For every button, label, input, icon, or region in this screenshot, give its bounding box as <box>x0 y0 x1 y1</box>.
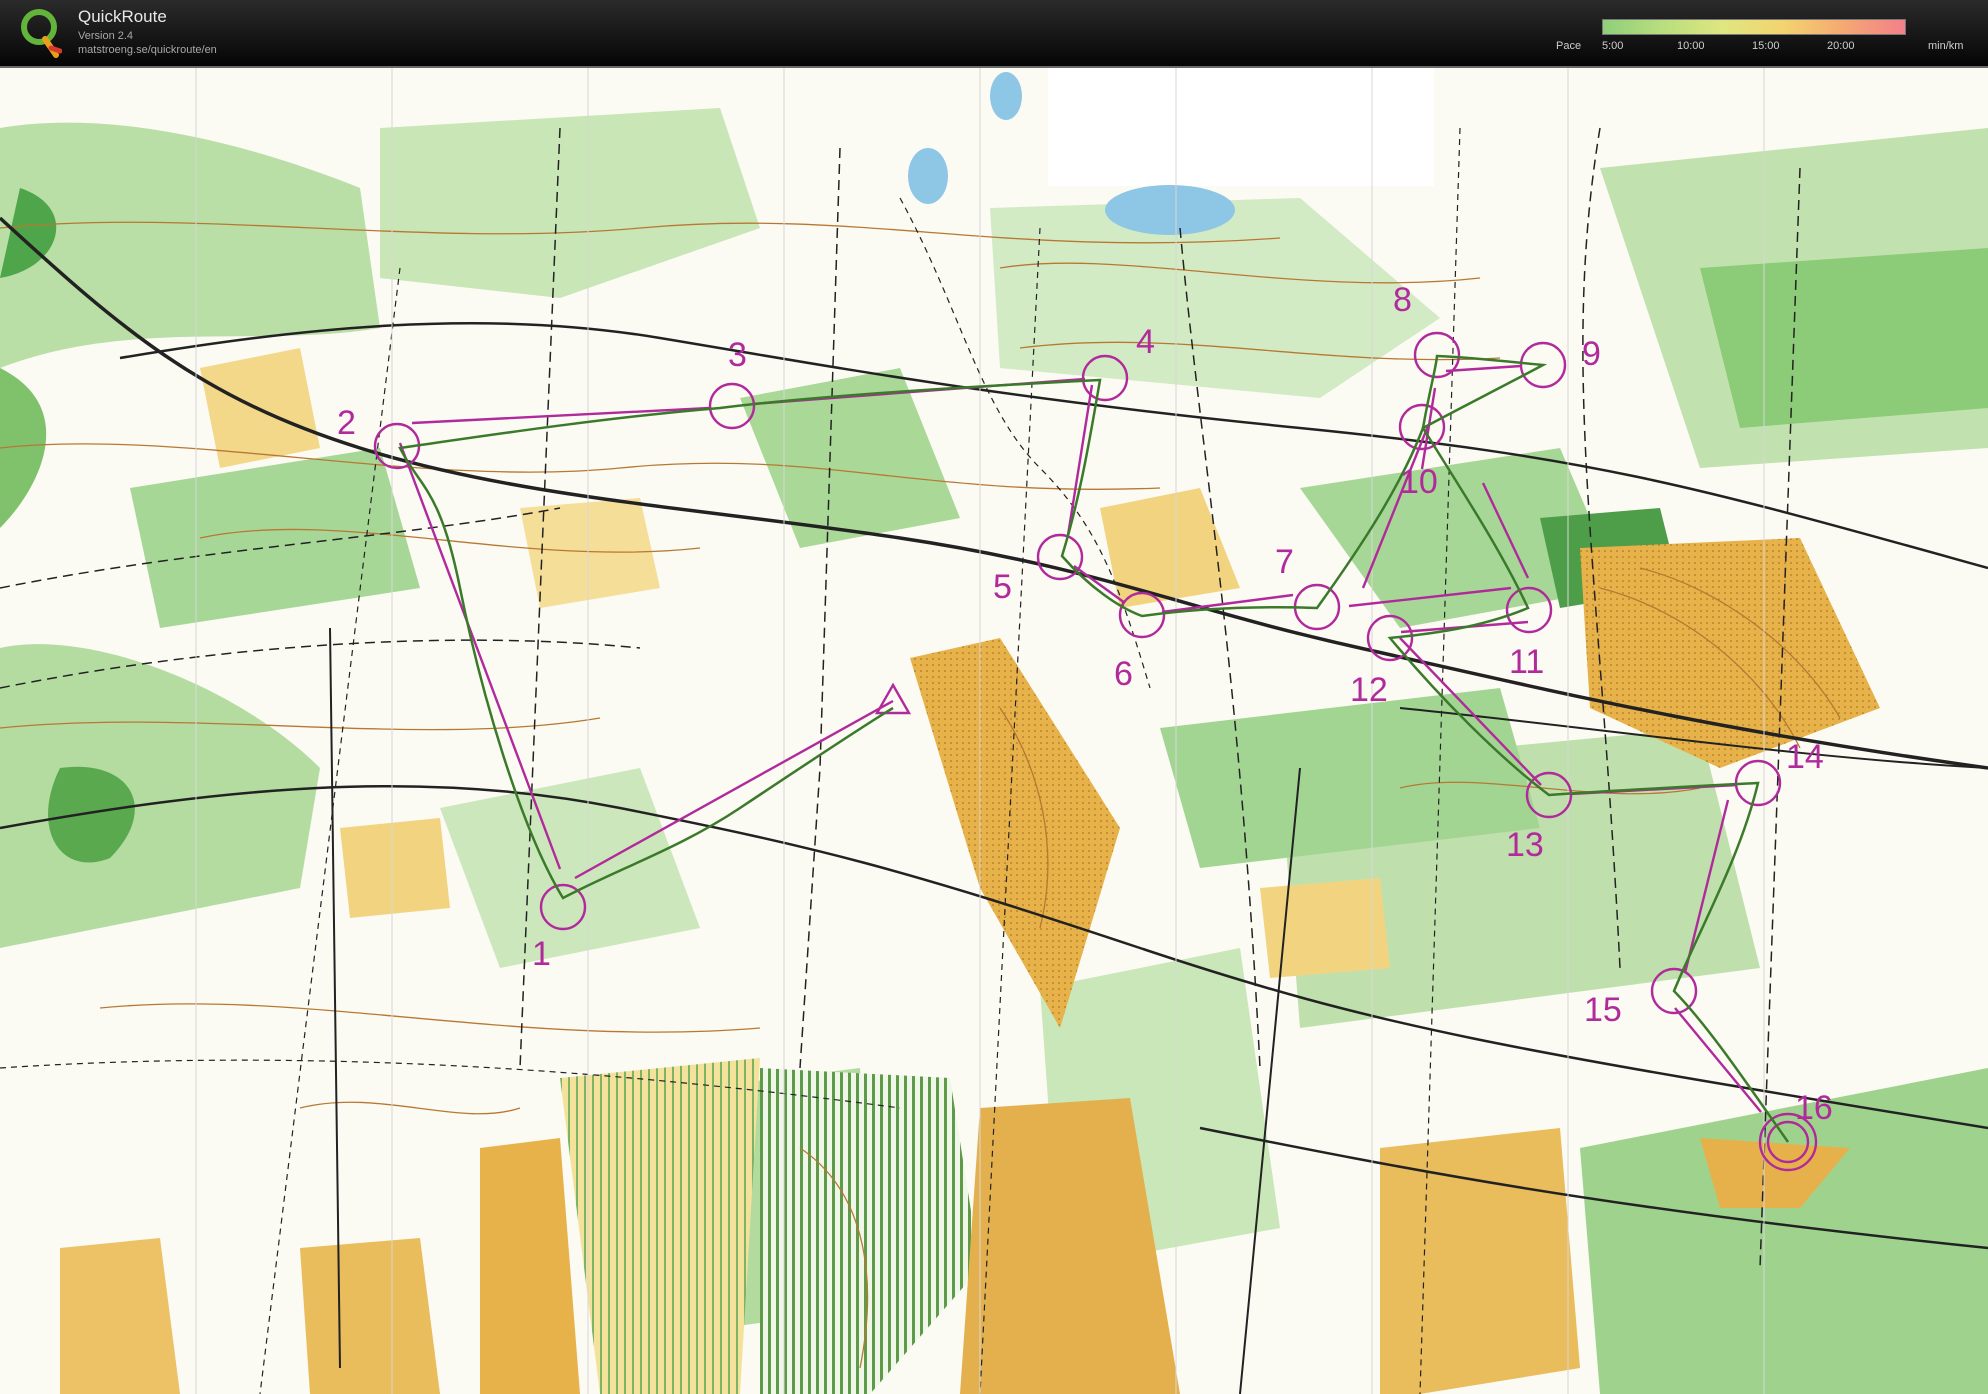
app-url: matstroeng.se/quickroute/en <box>78 44 217 56</box>
control-number-8: 8 <box>1393 281 1412 319</box>
control-number-12: 12 <box>1350 671 1388 709</box>
control-number-13: 13 <box>1506 826 1544 864</box>
pace-unit: min/km <box>1928 40 1964 52</box>
pace-tick-20: 20:00 <box>1827 40 1855 52</box>
title-bar: QuickRoute Version 2.4 matstroeng.se/qui… <box>0 0 1988 68</box>
quickroute-logo-icon <box>21 9 62 58</box>
control-number-9: 9 <box>1582 335 1601 373</box>
control-number-3: 3 <box>728 336 747 374</box>
pace-tick-5: 5:00 <box>1602 40 1624 52</box>
app-name: QuickRoute <box>78 7 167 26</box>
app-version: Version 2.4 <box>78 30 134 42</box>
control-number-4: 4 <box>1136 323 1155 361</box>
control-number-11: 11 <box>1509 643 1544 681</box>
control-number-10: 10 <box>1400 463 1438 501</box>
control-number-7: 7 <box>1275 543 1294 581</box>
control-number-16: 16 <box>1795 1089 1833 1127</box>
orienteering-map[interactable]: 1 2 3 4 5 6 7 8 9 10 11 12 13 14 15 16 <box>0 68 1988 1394</box>
pace-legend: Pace 5:00 10:00 15:00 20:00 min/km <box>1550 15 1988 60</box>
lake <box>1105 185 1235 235</box>
pace-tick-15: 15:00 <box>1752 40 1780 52</box>
control-number-14: 14 <box>1786 738 1824 776</box>
control-number-1: 1 <box>532 935 551 973</box>
pace-label: Pace <box>1556 40 1582 52</box>
pace-color-scale <box>1602 19 1906 35</box>
lake <box>990 72 1022 120</box>
control-number-15: 15 <box>1584 991 1622 1029</box>
pace-tick-10: 10:00 <box>1677 40 1705 52</box>
lake <box>908 148 948 204</box>
control-number-5: 5 <box>993 568 1012 606</box>
control-number-6: 6 <box>1114 655 1133 693</box>
quickroute-window: QuickRoute Version 2.4 matstroeng.se/qui… <box>0 0 1988 1394</box>
control-number-2: 2 <box>337 404 356 442</box>
